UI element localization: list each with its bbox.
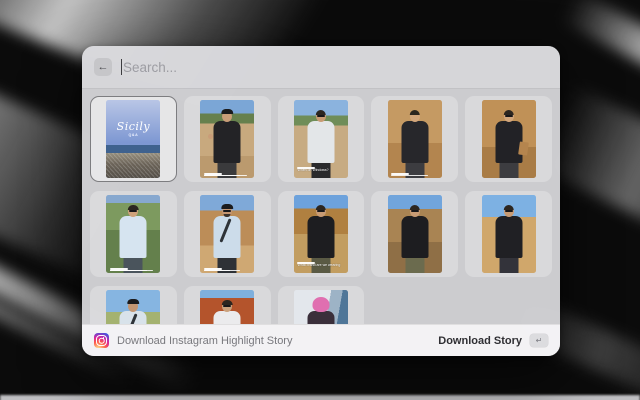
question-sticker: What brand are we wearing [297, 262, 344, 268]
story-image [482, 195, 536, 273]
story-image [106, 290, 160, 324]
background-streak [0, 395, 640, 400]
story-image [200, 290, 254, 324]
rocky-shore [106, 153, 160, 178]
launcher-window: ← Sicily Q&A [82, 46, 560, 356]
story-cover-image: Sicily Q&A [106, 100, 160, 178]
story-thumbnail[interactable]: When on Windows? [278, 96, 365, 182]
enter-key-icon: ↵ [530, 334, 548, 347]
sea-strip [106, 145, 160, 153]
cover-subtitle: Q&A [106, 133, 160, 137]
story-image: When on Windows? [294, 100, 348, 178]
question-sticker: When on Windows? [297, 167, 344, 173]
action-bar: Download Instagram Highlight Story Downl… [82, 324, 560, 356]
story-thumbnail[interactable]: Sicily Q&A [90, 96, 177, 182]
instagram-icon [94, 333, 109, 348]
cover-title: Sicily [106, 120, 160, 133]
story-thumbnail[interactable] [465, 96, 552, 182]
primary-action-label[interactable]: Download Story [438, 335, 522, 347]
back-arrow-icon: ← [98, 61, 109, 73]
back-button[interactable]: ← [94, 58, 112, 76]
story-thumbnail[interactable] [278, 286, 365, 324]
story-thumbnail[interactable] [90, 286, 177, 324]
story-image [482, 100, 536, 178]
story-thumbnail[interactable] [184, 191, 271, 277]
story-image [294, 290, 348, 324]
story-grid: Sicily Q&A When on Windows? [82, 89, 560, 324]
search-field-wrap [121, 59, 548, 75]
extension-title: Download Instagram Highlight Story [117, 335, 292, 347]
story-image [200, 195, 254, 273]
story-image [106, 195, 160, 273]
story-thumbnail[interactable]: What brand are we wearing [278, 191, 365, 277]
story-thumbnail[interactable] [371, 191, 458, 277]
search-input[interactable] [123, 60, 548, 75]
text-caret [121, 59, 122, 75]
search-header: ← [82, 46, 560, 89]
story-image: What brand are we wearing [294, 195, 348, 273]
story-thumbnail[interactable] [371, 96, 458, 182]
story-thumbnail[interactable] [90, 191, 177, 277]
story-thumbnail[interactable] [184, 96, 271, 182]
story-thumbnail[interactable] [184, 286, 271, 324]
story-image [200, 100, 254, 178]
story-image [388, 195, 442, 273]
story-image [388, 100, 442, 178]
story-thumbnail[interactable] [465, 191, 552, 277]
